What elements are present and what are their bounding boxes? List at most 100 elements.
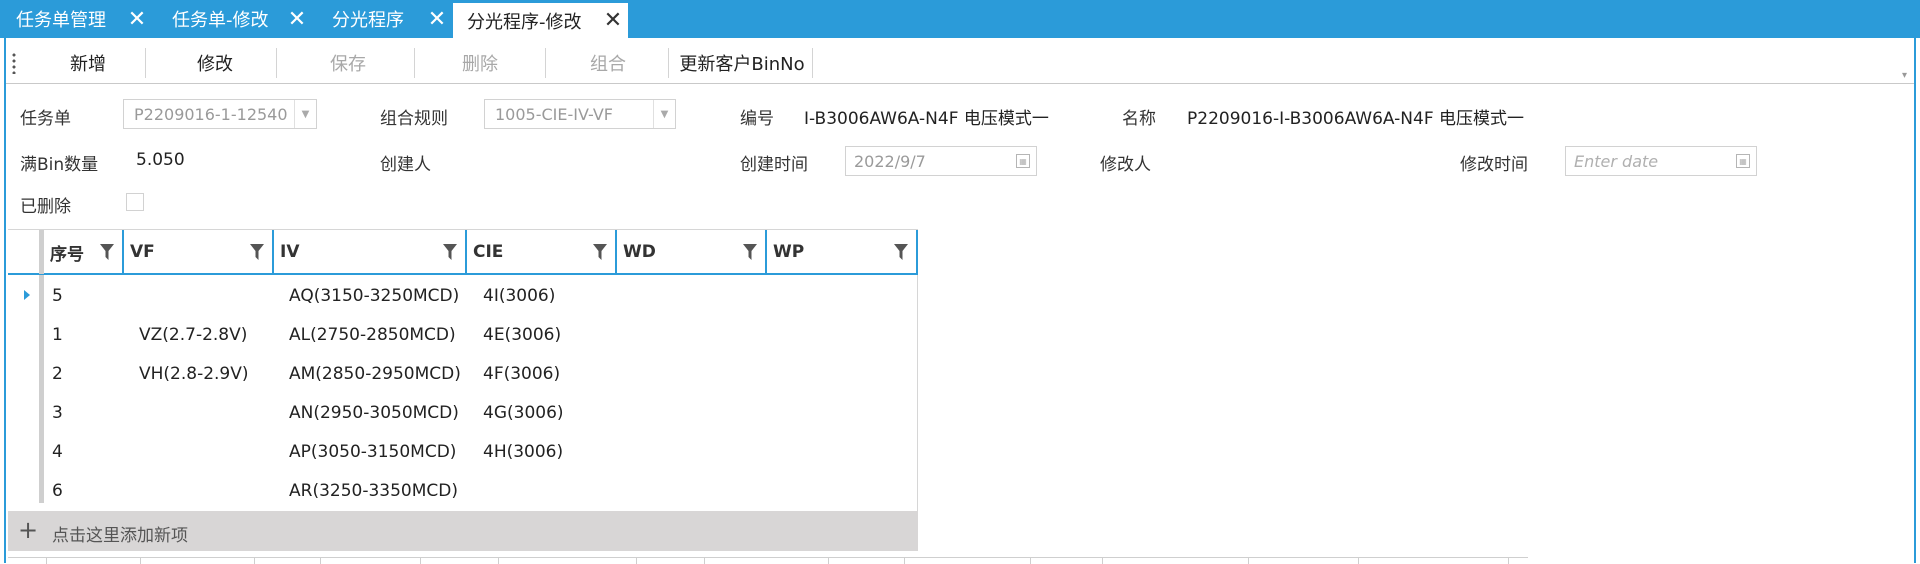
column-header-label: WD — [623, 242, 656, 262]
save-button[interactable]: 保存 — [282, 46, 414, 80]
cell-seq[interactable]: 6 — [52, 471, 63, 510]
toolbar-overflow-icon[interactable]: ▾ — [1902, 70, 1907, 81]
ruler-tick — [320, 558, 321, 564]
update-customer-binno-button[interactable]: 更新客户BinNo — [673, 46, 811, 80]
table-row[interactable]: 5 AQ(3150-3250MCD) 4I(3006) — [8, 276, 918, 315]
column-header-cie[interactable]: CIE — [467, 230, 617, 274]
tab-bar: 任务单管理 ✕ 任务单-修改 ✕ 分光程序 ✕ 分光程序-修改 ✕ — [0, 0, 1920, 38]
cell-iv[interactable]: AQ(3150-3250MCD) — [289, 276, 459, 315]
task-order-combo[interactable]: P2209016-1-12540 ▼ — [123, 99, 317, 129]
ruler-tick — [46, 558, 47, 564]
cell-seq[interactable]: 3 — [52, 393, 63, 432]
code-value: I-B3006AW6A-N4F 电压模式一 — [804, 109, 1049, 129]
filter-icon[interactable] — [443, 244, 457, 260]
delete-button[interactable]: 删除 — [416, 46, 544, 80]
calendar-icon[interactable]: ▦ — [1736, 154, 1750, 168]
table-row[interactable]: 6 AR(3250-3350MCD) — [8, 471, 918, 510]
tab-task-order-management[interactable]: 任务单管理 ✕ — [0, 0, 152, 38]
ruler-tick — [828, 558, 829, 564]
table-row[interactable]: 4 AP(3050-3150MCD) 4H(3006) — [8, 432, 918, 471]
cell-iv[interactable]: AM(2850-2950MCD) — [289, 354, 461, 393]
cell-vf[interactable]: VZ(2.7-2.8V) — [139, 315, 247, 354]
cell-seq[interactable]: 2 — [52, 354, 63, 393]
name-value: P2209016-I-B3006AW6A-N4F 电压模式一 — [1187, 109, 1524, 129]
ruler-tick — [140, 558, 141, 564]
toolbar-separator — [145, 48, 146, 78]
tab-label: 任务单管理 — [16, 10, 106, 31]
table-row[interactable]: 3 AN(2950-3050MCD) 4G(3006) — [8, 393, 918, 432]
current-row-icon — [24, 290, 30, 300]
column-header-label: 序号 — [50, 244, 84, 265]
filter-icon[interactable] — [250, 244, 264, 260]
ruler-tick — [904, 558, 905, 564]
header-indicator-cell — [8, 230, 44, 274]
tab-sorting-program-edit[interactable]: 分光程序-修改 ✕ — [453, 3, 628, 38]
cell-cie[interactable]: 4H(3006) — [483, 432, 563, 471]
full-bin-label: 满Bin数量 — [20, 155, 99, 175]
toolbar: 新增 修改 保存 删除 组合 更新客户BinNo ▾ — [6, 42, 1914, 84]
close-icon[interactable]: ✕ — [422, 0, 452, 38]
modifier-label: 修改人 — [1100, 155, 1151, 175]
plus-icon: + — [18, 516, 39, 544]
column-header-seq[interactable]: 序号 — [44, 230, 124, 274]
filter-icon[interactable] — [743, 244, 757, 260]
tab-sorting-program[interactable]: 分光程序 ✕ — [316, 0, 452, 38]
chevron-down-icon[interactable]: ▼ — [294, 100, 316, 128]
add-new-row-button[interactable]: + 点击这里添加新项 — [8, 511, 918, 551]
calendar-icon[interactable]: ▦ — [1016, 154, 1030, 168]
cell-cie[interactable]: 4G(3006) — [483, 393, 564, 432]
column-header-label: VF — [130, 242, 155, 262]
toolbar-separator — [545, 48, 546, 78]
cell-iv[interactable]: AP(3050-3150MCD) — [289, 432, 456, 471]
ruler-tick — [1508, 558, 1509, 564]
filter-icon[interactable] — [894, 244, 908, 260]
chevron-down-icon[interactable]: ▼ — [653, 100, 675, 128]
cell-seq[interactable]: 4 — [52, 432, 63, 471]
column-header-label: CIE — [473, 242, 504, 262]
cell-cie[interactable]: 4E(3006) — [483, 315, 561, 354]
new-button[interactable]: 新增 — [36, 46, 140, 80]
ruler-tick — [1248, 558, 1249, 564]
cell-cie[interactable]: 4I(3006) — [483, 276, 555, 315]
edit-button[interactable]: 修改 — [150, 46, 280, 80]
code-label: 编号 — [740, 109, 774, 129]
combine-rule-combo[interactable]: 1005-CIE-IV-VF ▼ — [484, 99, 676, 129]
cell-vf[interactable]: VH(2.8-2.9V) — [139, 354, 249, 393]
close-icon[interactable]: ✕ — [282, 0, 312, 38]
tab-label: 分光程序 — [332, 10, 404, 31]
task-order-value: P2209016-1-12540 — [134, 104, 288, 124]
close-icon[interactable]: ✕ — [598, 3, 628, 38]
ruler-tick — [254, 558, 255, 564]
toolbar-separator — [414, 48, 415, 78]
ruler-tick — [1102, 558, 1103, 564]
toolbar-separator — [812, 48, 813, 78]
cell-iv[interactable]: AN(2950-3050MCD) — [289, 393, 459, 432]
column-header-wp[interactable]: WP — [767, 230, 918, 274]
combine-rule-label: 组合规则 — [380, 109, 448, 129]
modified-time-field[interactable]: Enter date ▦ — [1565, 146, 1757, 176]
cell-iv[interactable]: AL(2750-2850MCD) — [289, 315, 456, 354]
cell-seq[interactable]: 5 — [52, 276, 63, 315]
ruler-tick — [636, 558, 637, 564]
filter-icon[interactable] — [593, 244, 607, 260]
toolbar-separator — [668, 48, 669, 78]
data-grid: 序号 VF IV CIE WD WP 5 AQ(3150-3250MCD) 4I… — [8, 229, 918, 551]
cell-seq[interactable]: 1 — [52, 315, 63, 354]
combine-button[interactable]: 组合 — [548, 46, 668, 80]
ruler-tick — [1030, 558, 1031, 564]
toolbar-grip-icon[interactable] — [12, 52, 16, 74]
tab-label: 分光程序-修改 — [467, 11, 582, 33]
table-row[interactable]: 1 VZ(2.7-2.8V) AL(2750-2850MCD) 4E(3006) — [8, 315, 918, 354]
column-header-vf[interactable]: VF — [124, 230, 274, 274]
ruler-tick — [704, 558, 705, 564]
column-header-iv[interactable]: IV — [274, 230, 467, 274]
table-row[interactable]: 2 VH(2.8-2.9V) AM(2850-2950MCD) 4F(3006) — [8, 354, 918, 393]
cell-iv[interactable]: AR(3250-3350MCD) — [289, 471, 458, 510]
close-icon[interactable]: ✕ — [122, 0, 152, 38]
column-header-wd[interactable]: WD — [617, 230, 767, 274]
cell-cie[interactable]: 4F(3006) — [483, 354, 560, 393]
deleted-checkbox[interactable] — [126, 193, 144, 211]
filter-icon[interactable] — [100, 244, 114, 260]
created-time-field[interactable]: 2022/9/7 ▦ — [845, 146, 1037, 176]
tab-task-order-edit[interactable]: 任务单-修改 ✕ — [156, 0, 312, 38]
